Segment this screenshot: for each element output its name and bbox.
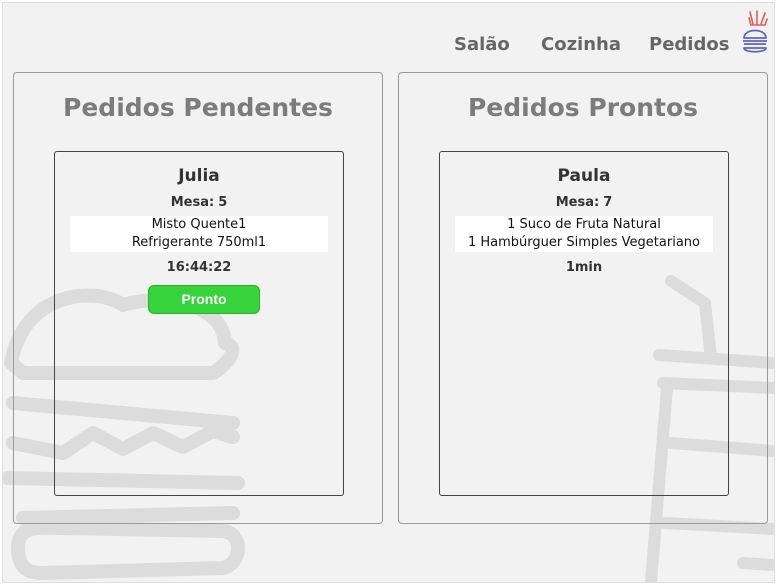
nav-salao[interactable]: Salão	[454, 33, 510, 57]
burger-fries-icon[interactable]	[739, 8, 771, 56]
customer-name: Julia	[178, 166, 220, 186]
nav-pedidos[interactable]: Pedidos	[649, 33, 729, 57]
order-card: Julia Mesa: 5 Misto Quente1 Refrigerante …	[54, 151, 344, 496]
nav-cozinha[interactable]: Cozinha	[541, 33, 621, 57]
order-item: 1 Suco de Fruta Natural	[507, 217, 661, 232]
ready-orders-panel: Pedidos Prontos Paula Mesa: 7 1 Suco de F…	[398, 72, 768, 524]
order-items: Misto Quente1 Refrigerante 750ml1	[70, 216, 328, 252]
app-window: Salão Cozinha Pedidos Pedidos Pendentes …	[2, 2, 775, 583]
customer-name: Paula	[557, 166, 611, 186]
order-item: 1 Hambúrguer Simples Vegetariano	[468, 235, 700, 250]
panel-title: Pedidos Prontos	[467, 93, 699, 122]
order-items: 1 Suco de Fruta Natural 1 Hambúrguer Sim…	[455, 216, 713, 252]
order-duration: 1min	[565, 260, 603, 275]
order-time: 16:44:22	[166, 260, 232, 275]
table-number: Mesa: 5	[170, 195, 228, 210]
order-card: Paula Mesa: 7 1 Suco de Fruta Natural 1 H…	[439, 151, 729, 496]
order-item: Misto Quente1	[151, 217, 247, 232]
panel-title: Pedidos Pendentes	[63, 93, 333, 122]
order-item: Refrigerante 750ml1	[131, 235, 267, 250]
pending-orders-panel: Pedidos Pendentes Julia Mesa: 5 Misto Que…	[13, 72, 383, 524]
ready-button[interactable]: Pronto	[148, 285, 260, 314]
table-number: Mesa: 7	[555, 195, 613, 210]
